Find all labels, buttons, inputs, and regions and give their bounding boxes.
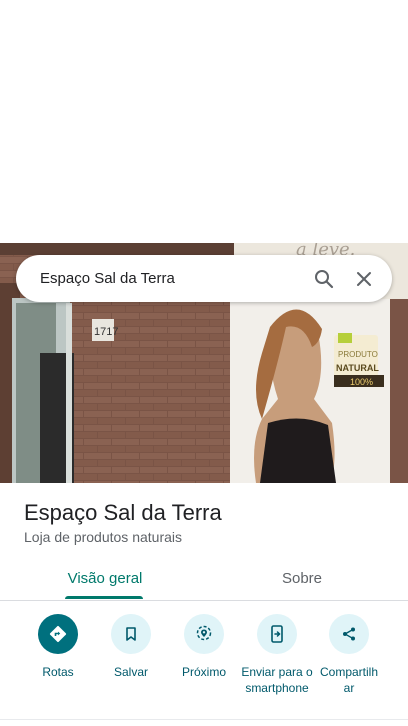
send-to-phone-button[interactable]: Enviar para o smartphone [237, 614, 317, 696]
nearby-icon [184, 614, 224, 654]
save-label: Salvar [113, 665, 148, 679]
share-label: Compartilhar [319, 665, 379, 695]
tab-about[interactable]: Sobre [210, 556, 394, 600]
active-tab-indicator [65, 596, 143, 599]
save-button[interactable]: Salvar [91, 614, 171, 680]
search-query-text[interactable]: Espaço Sal da Terra [40, 270, 312, 287]
nearby-button[interactable]: Próximo [164, 614, 244, 680]
tab-bar: Visão geral Sobre [0, 556, 408, 601]
tab-overview[interactable]: Visão geral [0, 556, 210, 600]
send-to-phone-label: Enviar para o smartphone [241, 665, 313, 695]
close-icon[interactable] [352, 267, 376, 291]
svg-text:NATURAL: NATURAL [336, 363, 379, 373]
place-title: Espaço Sal da Terra [24, 500, 222, 525]
door-number-text: 1717 [94, 326, 118, 338]
share-button[interactable]: Compartilhar [309, 614, 389, 696]
product-badge: PRODUTO NATURAL 100% [334, 333, 384, 387]
place-category[interactable]: Loja de produtos naturais [24, 529, 182, 545]
map-blank-area [0, 0, 408, 243]
send-to-phone-icon [257, 614, 297, 654]
svg-text:100%: 100% [350, 377, 373, 387]
directions-icon [38, 614, 78, 654]
share-icon [329, 614, 369, 654]
directions-button[interactable]: Rotas [18, 614, 98, 680]
search-bar[interactable]: Espaço Sal da Terra [16, 255, 392, 302]
svg-text:PRODUTO: PRODUTO [338, 350, 378, 359]
directions-label: Rotas [42, 665, 74, 679]
bookmark-icon [111, 614, 151, 654]
action-buttons-row: Rotas Salvar Próximo Enviar para o smart… [0, 610, 408, 710]
nearby-label: Próximo [181, 665, 226, 679]
bottom-divider [0, 719, 408, 720]
search-icon[interactable] [312, 267, 336, 291]
